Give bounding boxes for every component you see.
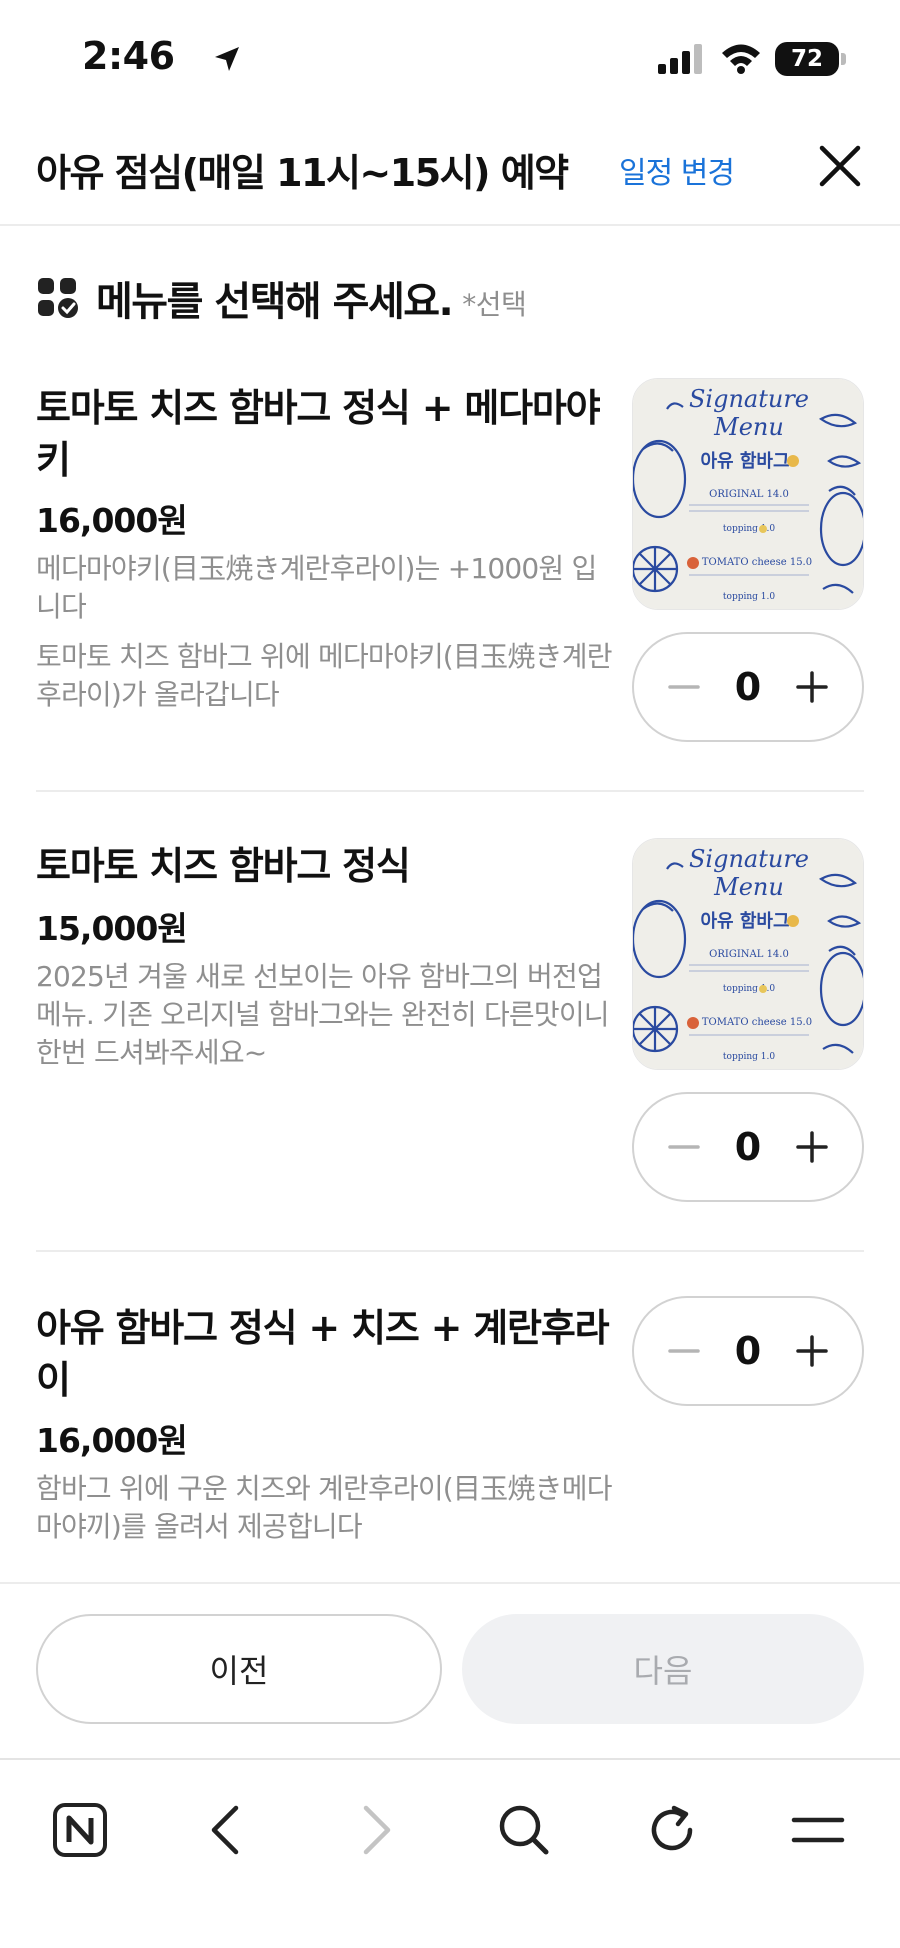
menu-item-description: 함바그 위에 구운 치즈와 계란후라이(目玉焼き메다마야끼)를 올려서 제공합니…: [36, 1472, 612, 1543]
menu-select-icon: [38, 278, 78, 318]
thumb-line1: Signature: [689, 845, 809, 873]
chevron-right-icon: [363, 1805, 391, 1855]
minus-icon: [668, 1145, 700, 1149]
menu-thumbnail-art: Signature Menu 아유 함바그 ORIGINAL 14.0 topp…: [633, 839, 863, 1069]
section-title: 메뉴를 선택해 주세요.: [96, 279, 454, 325]
quantity-stepper: 0: [632, 632, 864, 742]
menu-item-name: 토마토 치즈 함바그 정식: [36, 844, 411, 888]
menu-button[interactable]: [778, 1790, 858, 1870]
back-button[interactable]: [186, 1790, 266, 1870]
menu-item: 토마토 치즈 함바그 정식 15,000원 2025년 겨울 새로 선보이는 아…: [0, 836, 900, 1256]
minus-icon: [668, 1349, 700, 1353]
decrease-button[interactable]: [662, 1125, 706, 1169]
thumb-line1: Signature: [689, 385, 809, 413]
thumb-row3: TOMATO cheese 15.0: [702, 1017, 812, 1028]
divider: [36, 790, 864, 792]
quantity-stepper: 0: [632, 1296, 864, 1406]
battery-level: 72: [790, 46, 823, 72]
modal-header: 아유 점심(매일 11시~15시) 예약 일정 변경: [0, 120, 900, 226]
menu-item-name: 아유 함바그 정식 + 치즈 + 계란후라이: [36, 1306, 610, 1402]
search-icon: [499, 1805, 549, 1855]
quantity-value: 0: [734, 1329, 762, 1373]
thumb-row1: ORIGINAL 14.0: [709, 949, 789, 960]
location-arrow-icon: [215, 47, 239, 71]
thumb-row4: topping 1.0: [723, 1052, 775, 1062]
menu-item-price: 15,000원: [36, 909, 188, 948]
menu-thumbnail-art: Signature Menu 아유 함바그 ORIGINAL 14.0 topp…: [633, 379, 863, 609]
close-button[interactable]: [810, 136, 870, 196]
menu-item-image[interactable]: Signature Menu 아유 함바그 ORIGINAL 14.0 topp…: [632, 378, 864, 610]
thumb-row3: TOMATO cheese 15.0: [702, 557, 812, 568]
menu-item-option-note: 메다마야키(目玉焼き계란후라이)는 +1000원 입니다: [36, 552, 597, 623]
increase-button[interactable]: [790, 1125, 834, 1169]
thumb-row4: topping 1.0: [723, 592, 775, 602]
chevron-left-icon: [211, 1805, 239, 1855]
quantity-value: 0: [734, 1125, 762, 1169]
decrease-button[interactable]: [662, 1329, 706, 1373]
close-icon: [819, 145, 861, 187]
menu-item-description: 토마토 치즈 함바그 위에 메다마야키(目玉焼き계란후라이)가 올라갑니다: [36, 640, 612, 711]
menu-item-name: 토마토 치즈 함바그 정식 + 메다마야키: [36, 386, 601, 482]
quantity-value: 0: [734, 665, 762, 709]
refresh-button[interactable]: [632, 1790, 712, 1870]
naver-logo-icon: [53, 1803, 107, 1857]
status-bar: 2:46 72: [0, 0, 900, 120]
thumb-row1: ORIGINAL 14.0: [709, 489, 789, 500]
quantity-stepper: 0: [632, 1092, 864, 1202]
section-heading: 메뉴를 선택해 주세요. *선택: [36, 270, 527, 326]
status-time: 2:46: [82, 34, 175, 78]
refresh-icon: [651, 1805, 693, 1851]
battery-cap: [841, 53, 846, 65]
menu-item: 아유 함바그 정식 + 치즈 + 계란후라이 16,000원 함바그 위에 구운…: [0, 1296, 900, 1586]
forward-button[interactable]: [336, 1790, 416, 1870]
previous-button[interactable]: 이전: [36, 1614, 442, 1724]
increase-button[interactable]: [790, 1329, 834, 1373]
minus-icon: [668, 685, 700, 689]
thumb-row2: topping 1.0: [723, 524, 775, 534]
thumb-line2: Menu: [713, 413, 784, 441]
thumb-line2: Menu: [713, 873, 784, 901]
hamburger-menu-icon: [791, 1817, 845, 1843]
naver-home-button[interactable]: [40, 1790, 120, 1870]
change-schedule-link[interactable]: 일정 변경: [619, 148, 735, 192]
menu-item-image[interactable]: Signature Menu 아유 함바그 ORIGINAL 14.0 topp…: [632, 838, 864, 1070]
page-title: 아유 점심(매일 11시~15시) 예약: [36, 151, 569, 195]
menu-item-price: 16,000원: [36, 501, 188, 540]
thumb-heading: 아유 함바그: [700, 450, 789, 472]
menu-item-price: 16,000원: [36, 1421, 188, 1460]
thumb-heading: 아유 함바그: [700, 910, 789, 932]
search-button[interactable]: [484, 1790, 564, 1870]
section-note: *선택: [462, 288, 527, 321]
thumb-row2: topping 1.0: [723, 984, 775, 994]
plus-icon: [796, 671, 828, 703]
menu-item: 토마토 치즈 함바그 정식 + 메다마야키 16,000원 메다마야키(目玉焼き…: [0, 376, 900, 796]
action-bar: 이전 다음: [0, 1582, 900, 1758]
decrease-button[interactable]: [662, 665, 706, 709]
wifi-icon: [722, 44, 760, 74]
plus-icon: [796, 1335, 828, 1367]
battery-indicator: 72: [775, 42, 839, 76]
next-button[interactable]: 다음: [462, 1614, 864, 1724]
plus-icon: [796, 1131, 828, 1163]
increase-button[interactable]: [790, 665, 834, 709]
menu-item-description: 2025년 겨울 새로 선보이는 아유 함바그의 버전업 메뉴. 기존 오리지널…: [36, 960, 610, 1069]
browser-toolbar: [0, 1758, 900, 1948]
cellular-signal-icon: [658, 44, 702, 74]
divider: [36, 1250, 864, 1252]
